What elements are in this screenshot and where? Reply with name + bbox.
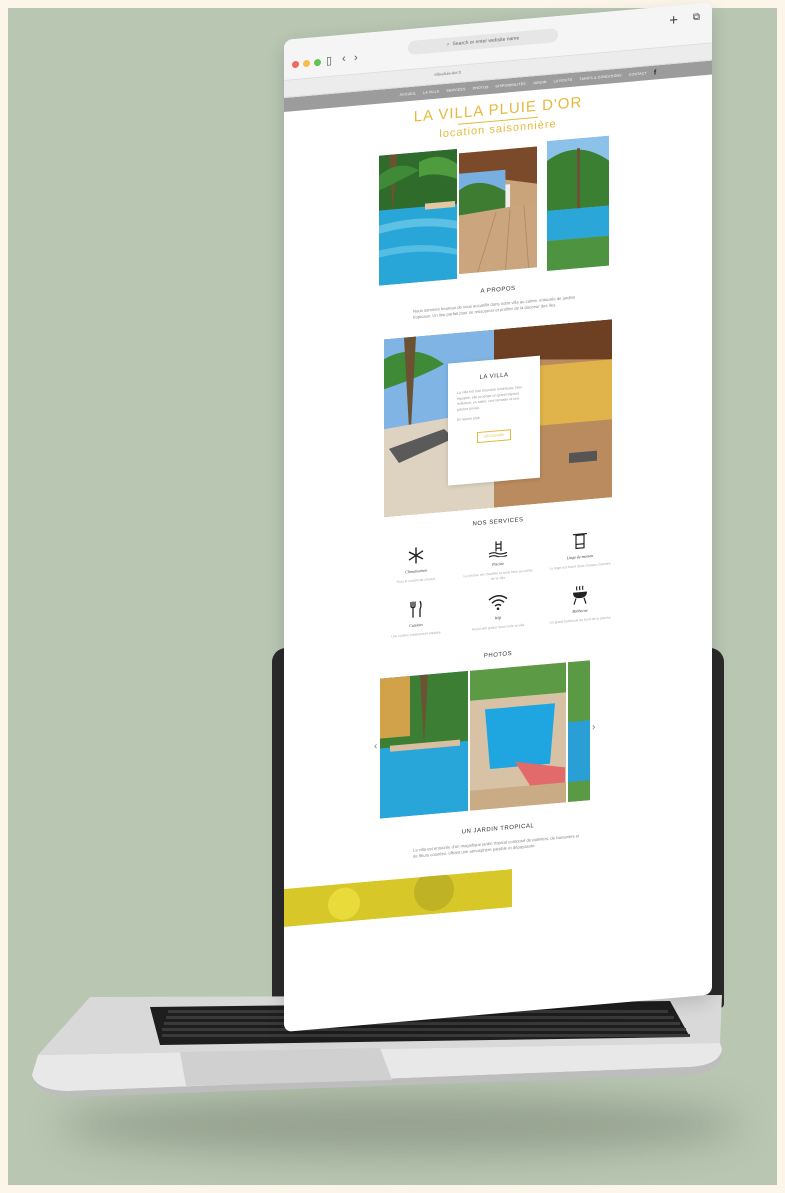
nav-photos[interactable]: PHOTOS [473, 85, 489, 90]
hero-gallery [284, 127, 712, 294]
maximize-dot[interactable] [314, 58, 321, 67]
villa-title: LA VILLA [479, 372, 509, 381]
service-item: Cuisines Une cuisine entièrement équipée [381, 595, 451, 640]
page-content: LA VILLA PLUIE D'OR location saisonnière [284, 83, 712, 932]
address-placeholder: Search or enter website name [452, 35, 520, 48]
hero-photo-garden [547, 135, 609, 271]
service-item: Wifi Accès wifi gratuit dans toute la vi… [463, 588, 533, 633]
carousel-photo-2 [470, 662, 566, 811]
garden-photo-strip [284, 869, 512, 927]
service-desc: Une cuisine entièrement équipée [391, 630, 441, 639]
service-desc: La piscine est chauffée et reste bien au… [463, 568, 533, 581]
villa-more-link[interactable]: En savoir plus [457, 411, 531, 423]
service-item: Climatisation Pour le confort de chacun [381, 541, 451, 591]
service-desc: Accès wifi gratuit dans toute la villa [471, 622, 525, 632]
villa-description: La villa est une structure lumineuse, bi… [457, 385, 523, 412]
page-url[interactable]: villa-pluie-dor.fr [434, 70, 461, 77]
address-bar[interactable]: ⌕ Search or enter website name [408, 28, 558, 56]
carousel-photo-3 [568, 660, 590, 803]
carousel-next-icon[interactable]: › [592, 722, 595, 733]
nav-jardin[interactable]: JARDIN [533, 80, 547, 85]
search-icon: ⌕ [446, 41, 450, 48]
new-tab-button[interactable]: + [669, 12, 678, 30]
minimize-dot[interactable] [303, 59, 310, 68]
hero-photo-terrace [459, 146, 537, 275]
carousel-photo-1 [380, 670, 468, 819]
nav-contact[interactable]: CONTACT [629, 71, 647, 77]
villa-section: LA VILLA La villa est une structure lumi… [384, 319, 612, 518]
hero-photo-pool [379, 148, 457, 286]
discover-button[interactable]: DÉCOUVRIR [477, 428, 511, 443]
nav-tarifs[interactable]: TARIFS & CONDITIONS [580, 73, 622, 81]
service-desc: Pour le confort de chacun [396, 576, 436, 585]
laptop-shadow [60, 1095, 740, 1155]
service-desc: Le linge est fourni dans chaque chambre [549, 561, 611, 571]
nav-disponibilites[interactable]: DISPONIBILITÉS [496, 82, 526, 89]
nav-accueil[interactable]: ACCUEIL [400, 91, 417, 96]
nav-services[interactable]: SERVICES [446, 87, 465, 93]
back-icon[interactable]: ‹ [342, 53, 346, 65]
browser-window: ▯ ‹ › ⌕ Search or enter website name + ⧉… [284, 2, 712, 1033]
service-item: Barbecue Un grand barbecue au bord de la… [545, 581, 615, 626]
close-dot[interactable] [292, 60, 299, 69]
facebook-icon[interactable]: f [654, 69, 657, 76]
service-item: Linge de maison Le linge est fourni dans… [545, 527, 615, 577]
photo-carousel: ‹ › [284, 650, 712, 829]
scene: ▯ ‹ › ⌕ Search or enter website name + ⧉… [0, 0, 785, 1193]
carousel-prev-icon[interactable]: ‹ [374, 741, 377, 752]
service-desc: Un grand barbecue au bord de la piscine [549, 615, 611, 625]
nav-la-villa[interactable]: LA VILLA [423, 89, 439, 94]
window-controls [292, 58, 321, 69]
nav-la-route[interactable]: LA ROUTE [554, 78, 573, 84]
service-item: Piscine La piscine est chauffée et reste… [463, 534, 533, 584]
tab-overview-icon[interactable]: ⧉ [693, 12, 700, 24]
sidebar-icon[interactable]: ▯ [326, 54, 332, 68]
forward-icon[interactable]: › [354, 52, 358, 64]
villa-card: LA VILLA La villa est une structure lumi… [448, 355, 540, 486]
